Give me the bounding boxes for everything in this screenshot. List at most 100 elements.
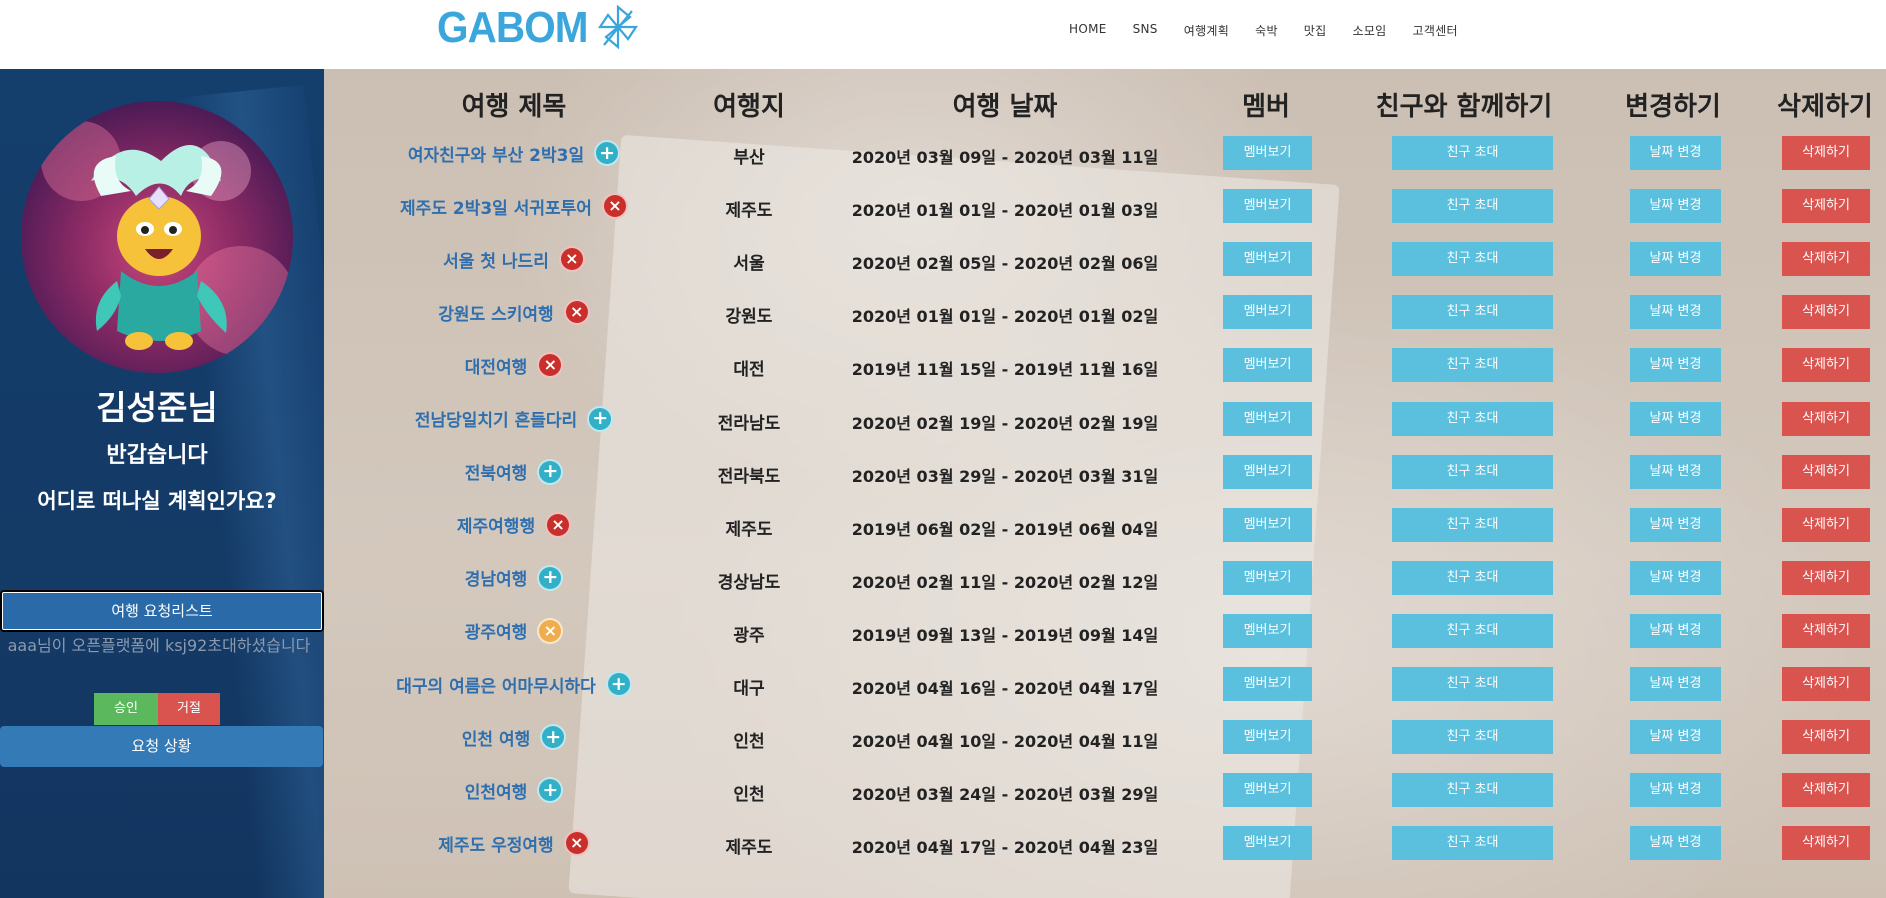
trip-title-cell: 제주도 우정여행 ×	[324, 825, 704, 861]
view-members-button[interactable]: 멤버보기	[1223, 720, 1312, 755]
view-members-button[interactable]: 멤버보기	[1223, 667, 1312, 701]
remove-circle-icon[interactable]: ×	[563, 830, 590, 857]
change-date-button[interactable]: 날짜 변경	[1630, 507, 1721, 542]
view-members-button[interactable]: 멤버보기	[1223, 189, 1312, 224]
add-circle-icon[interactable]: +	[540, 724, 567, 751]
view-members-button[interactable]: 멤버보기	[1223, 613, 1312, 648]
trip-title-cell: 강원도 스키여행 ×	[324, 294, 704, 330]
add-circle-icon[interactable]: +	[537, 458, 564, 485]
delete-trip-button[interactable]: 삭제하기	[1782, 401, 1870, 436]
nav-groups[interactable]: 소모임	[1339, 22, 1399, 39]
invite-friend-button[interactable]: 친구 초대	[1392, 189, 1553, 224]
invite-friend-button[interactable]: 친구 초대	[1392, 720, 1553, 755]
change-date-button[interactable]: 날짜 변경	[1630, 560, 1721, 595]
accept-button[interactable]: 승인	[94, 693, 158, 725]
add-circle-icon[interactable]: +	[537, 777, 564, 804]
add-circle-icon[interactable]: +	[537, 564, 564, 591]
invite-friend-button[interactable]: 친구 초대	[1392, 507, 1553, 542]
change-date-button[interactable]: 날짜 변경	[1630, 826, 1721, 861]
change-date-button[interactable]: 날짜 변경	[1630, 136, 1721, 170]
view-members-button[interactable]: 멤버보기	[1223, 454, 1312, 489]
nav-travel-plan[interactable]: 여행계획	[1171, 22, 1242, 39]
invite-friend-button[interactable]: 친구 초대	[1392, 348, 1553, 383]
trip-title-link[interactable]: 인천 여행	[462, 725, 530, 750]
delete-trip-button[interactable]: 삭제하기	[1782, 613, 1870, 648]
delete-trip-button[interactable]: 삭제하기	[1782, 507, 1870, 542]
delete-trip-button[interactable]: 삭제하기	[1782, 720, 1870, 755]
invite-friend-button[interactable]: 친구 초대	[1392, 613, 1553, 648]
change-date-button[interactable]: 날짜 변경	[1630, 189, 1721, 224]
delete-trip-button[interactable]: 삭제하기	[1782, 295, 1870, 330]
change-date-button[interactable]: 날짜 변경	[1630, 773, 1721, 808]
view-members-button[interactable]: 멤버보기	[1223, 136, 1312, 170]
table-row: 전남당일치기 흔들다리 + 전라남도 2020년 02월 19일 - 2020년…	[324, 401, 1886, 454]
invite-friend-button[interactable]: 친구 초대	[1392, 560, 1553, 595]
view-members-button[interactable]: 멤버보기	[1223, 507, 1312, 542]
nav-restaurants[interactable]: 맛집	[1291, 22, 1340, 39]
delete-trip-button[interactable]: 삭제하기	[1782, 667, 1870, 701]
trip-title-link[interactable]: 서울 첫 나드리	[443, 247, 549, 272]
delete-trip-button[interactable]: 삭제하기	[1782, 826, 1870, 861]
trip-title-link[interactable]: 강원도 스키여행	[438, 300, 553, 325]
trip-title-link[interactable]: 여자친구와 부산 2박3일	[408, 141, 584, 166]
change-date-button[interactable]: 날짜 변경	[1630, 401, 1721, 436]
change-date-button[interactable]: 날짜 변경	[1630, 348, 1721, 383]
nav-sns[interactable]: SNS	[1120, 22, 1171, 39]
delete-trip-button[interactable]: 삭제하기	[1782, 773, 1870, 808]
invite-friend-button[interactable]: 친구 초대	[1392, 401, 1553, 436]
add-circle-icon[interactable]: +	[594, 140, 621, 166]
remove-circle-icon[interactable]: ×	[545, 511, 572, 538]
nav-home[interactable]: HOME	[1056, 22, 1120, 39]
invite-friend-button[interactable]: 친구 초대	[1392, 773, 1553, 808]
change-date-button[interactable]: 날짜 변경	[1630, 454, 1721, 489]
trip-title-link[interactable]: 경남여행	[465, 565, 528, 590]
view-members-button[interactable]: 멤버보기	[1223, 773, 1312, 808]
remove-circle-icon[interactable]: ×	[537, 352, 564, 379]
change-date-button[interactable]: 날짜 변경	[1630, 613, 1721, 648]
trip-title-link[interactable]: 제주여행행	[457, 512, 535, 537]
trip-title-link[interactable]: 전남당일치기 흔들다리	[415, 406, 577, 431]
invite-friend-button[interactable]: 친구 초대	[1392, 136, 1553, 170]
view-members-button[interactable]: 멤버보기	[1223, 560, 1312, 595]
trip-title-cell: 제주여행행 ×	[324, 507, 704, 543]
trip-title-link[interactable]: 전북여행	[465, 459, 528, 484]
delete-trip-button[interactable]: 삭제하기	[1782, 348, 1870, 383]
invite-friend-button[interactable]: 친구 초대	[1392, 667, 1553, 701]
remove-circle-icon[interactable]: ×	[563, 299, 590, 326]
add-circle-icon[interactable]: +	[605, 671, 632, 697]
trip-title-link[interactable]: 광주여행	[465, 618, 528, 643]
trip-title-link[interactable]: 인천여행	[465, 778, 528, 803]
delete-trip-button[interactable]: 삭제하기	[1782, 454, 1870, 489]
nav-support[interactable]: 고객센터	[1400, 22, 1471, 39]
delete-trip-button[interactable]: 삭제하기	[1782, 242, 1870, 277]
view-members-button[interactable]: 멤버보기	[1223, 348, 1312, 383]
trip-title-link[interactable]: 대전여행	[465, 353, 528, 378]
change-date-button[interactable]: 날짜 변경	[1630, 242, 1721, 277]
remove-circle-icon[interactable]: ×	[558, 246, 585, 273]
reject-button[interactable]: 거절	[158, 693, 220, 725]
request-status-button[interactable]: 요청 상황	[0, 726, 323, 767]
site-logo[interactable]: GABOM	[437, 3, 639, 52]
delete-trip-button[interactable]: 삭제하기	[1782, 560, 1870, 595]
change-date-button[interactable]: 날짜 변경	[1630, 667, 1721, 701]
invite-friend-button[interactable]: 친구 초대	[1392, 242, 1553, 277]
add-circle-icon[interactable]: +	[587, 405, 614, 432]
view-members-button[interactable]: 멤버보기	[1223, 242, 1312, 277]
trip-title-link[interactable]: 제주도 2박3일 서귀포투어	[400, 194, 592, 219]
trip-title-link[interactable]: 대구의 여름은 어마무시하다	[396, 672, 596, 697]
delete-trip-button[interactable]: 삭제하기	[1782, 189, 1870, 224]
delete-trip-button[interactable]: 삭제하기	[1782, 136, 1870, 170]
change-date-button[interactable]: 날짜 변경	[1630, 295, 1721, 330]
pending-circle-icon[interactable]: ×	[537, 617, 564, 644]
invite-friend-button[interactable]: 친구 초대	[1392, 454, 1553, 489]
invite-friend-button[interactable]: 친구 초대	[1392, 295, 1553, 330]
nav-lodging[interactable]: 숙박	[1242, 22, 1291, 39]
change-date-button[interactable]: 날짜 변경	[1630, 720, 1721, 755]
view-members-button[interactable]: 멤버보기	[1223, 295, 1312, 330]
invite-friend-button[interactable]: 친구 초대	[1392, 826, 1553, 861]
view-members-button[interactable]: 멤버보기	[1223, 826, 1312, 861]
view-members-button[interactable]: 멤버보기	[1223, 401, 1312, 436]
travel-request-list-button[interactable]: 여행 요청리스트	[0, 590, 324, 632]
remove-circle-icon[interactable]: ×	[601, 193, 628, 220]
trip-title-link[interactable]: 제주도 우정여행	[438, 831, 553, 856]
